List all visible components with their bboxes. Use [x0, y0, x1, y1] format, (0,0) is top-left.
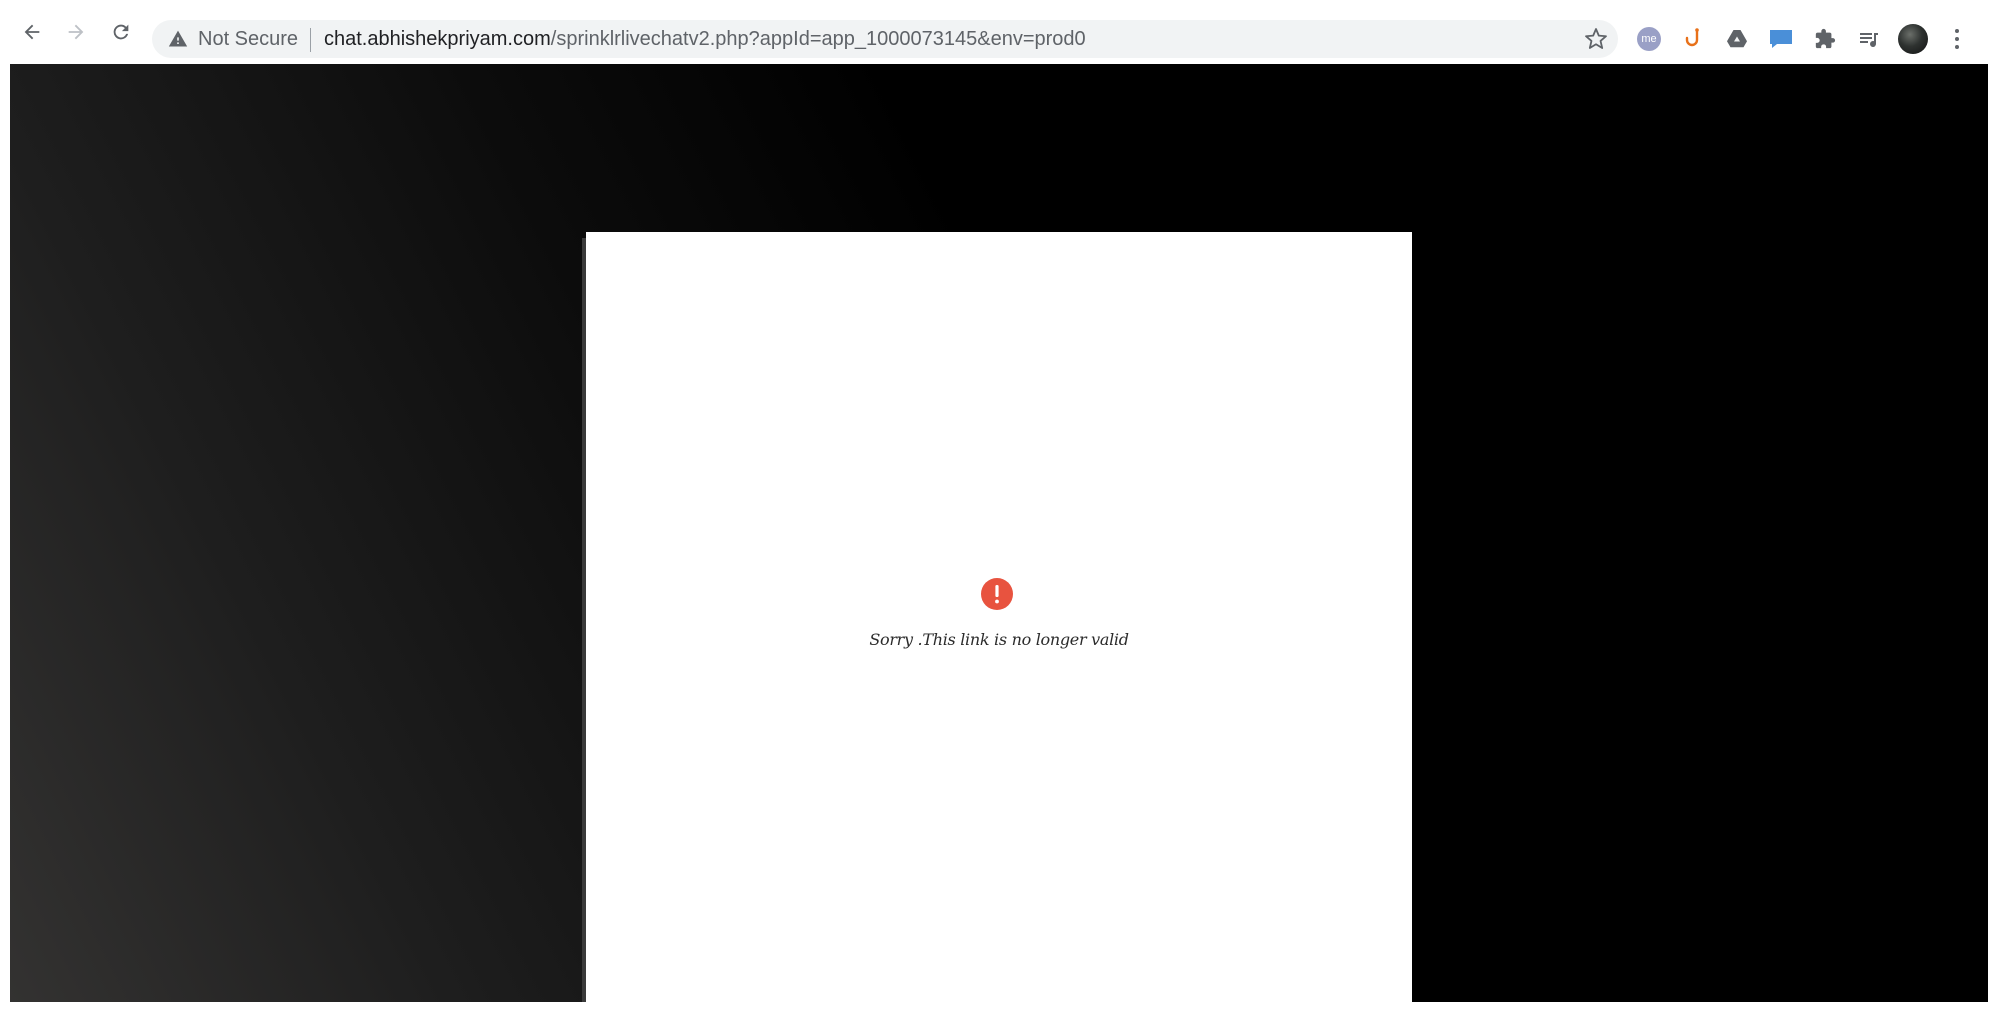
alert-icon [981, 578, 1013, 610]
browser-toolbar: Not Secure chat.abhishekpriyam.com/sprin… [0, 0, 1998, 64]
security-status[interactable]: Not Secure [198, 28, 298, 50]
chat-extension-icon[interactable] [1766, 24, 1796, 54]
puzzle-extensions-icon[interactable] [1810, 24, 1840, 54]
profile-avatar[interactable] [1898, 24, 1928, 54]
menu-button[interactable] [1942, 24, 1972, 54]
warning-icon [168, 30, 188, 47]
chat-bubble-icon [1770, 30, 1792, 48]
forward-button[interactable] [62, 18, 90, 46]
forward-arrow-icon [68, 24, 84, 40]
drive-icon [1727, 30, 1747, 48]
error-dialog: Sorry .This link is no longer valid [586, 232, 1412, 1002]
reload-icon [113, 24, 129, 40]
hook-extension-icon[interactable] [1678, 24, 1708, 54]
url-text[interactable]: chat.abhishekpriyam.com/sprinklrlivechat… [324, 28, 1086, 50]
reading-list-icon[interactable] [1854, 24, 1884, 54]
bottom-margin [0, 1002, 1998, 1014]
error-message: Sorry .This link is no longer valid [869, 630, 1129, 649]
puzzle-icon [1815, 28, 1836, 49]
me-extension-icon[interactable]: me [1634, 24, 1664, 54]
back-arrow-icon [24, 24, 40, 40]
playlist-icon [1860, 33, 1878, 47]
back-button[interactable] [18, 18, 46, 46]
page-viewport: Sorry .This link is no longer valid [10, 64, 1988, 1002]
hook-icon [1685, 28, 1699, 47]
reload-button[interactable] [107, 18, 135, 46]
bookmark-star-icon[interactable] [1584, 27, 1608, 51]
url-path: /sprinklrlivechatv2.php?appId=app_100007… [550, 28, 1086, 50]
menu-icon [1955, 29, 1959, 49]
url-host: chat.abhishekpriyam.com [324, 28, 551, 50]
omnibox-divider [310, 28, 311, 52]
dialog-body: Sorry .This link is no longer valid [586, 232, 1412, 1002]
address-bar[interactable]: Not Secure chat.abhishekpriyam.com/sprin… [152, 20, 1618, 58]
drive-extension-icon[interactable] [1722, 24, 1752, 54]
avatar-image [1898, 24, 1928, 54]
me-badge: me [1637, 27, 1661, 51]
